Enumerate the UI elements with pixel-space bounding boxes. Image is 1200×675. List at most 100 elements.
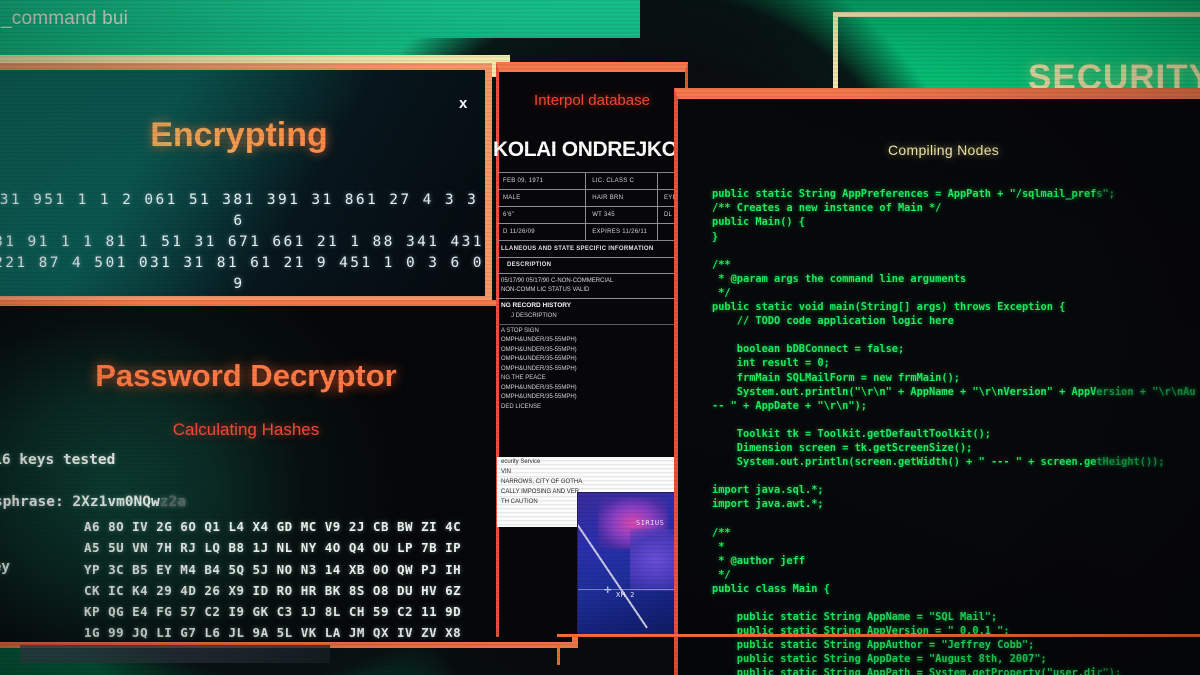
- hacker-screen: uth_command bui SECURITY Encrypting 31 9…: [0, 0, 1200, 675]
- encrypting-number-row: 31 91 1 1 81 1 51 31 671 661 21 1 88 341…: [0, 234, 484, 250]
- keys-tested-line: 00:01] 16 keys tested: [0, 452, 116, 468]
- code-line: Dimension screen = tk.getScreenSize();: [712, 441, 973, 454]
- description-section-header: DESCRIPTION: [497, 258, 693, 274]
- master-key-row: A5 5U VN 7H RJ LQ B8 1J NL NY 4O Q4 OU L…: [84, 540, 462, 555]
- transient-key-row: CK IC K4 29 4D 26 X9 ID RO HR BK 8S O8 D…: [84, 583, 462, 598]
- table-cell: HAIR BRN: [586, 190, 658, 206]
- code-compiler-body: Compiling Nodes public static String App…: [678, 99, 1200, 675]
- passphrase-tail: z2a: [159, 494, 186, 510]
- table-row: D 11/26/09 EXPIRES 11/26/11: [497, 224, 693, 241]
- code-line: import java.awt.*;: [712, 498, 824, 511]
- table-cell: 6'6": [497, 207, 587, 223]
- code-line: int result = 0;: [712, 357, 830, 370]
- encrypting-window-body: Encrypting 31 951 1 1 2 061 51 381 391 3…: [0, 70, 485, 296]
- table-cell: WT 345: [586, 207, 658, 223]
- agency-note-line: NARROWS, CITY OF GOTHA: [501, 479, 583, 485]
- encrypting-close-icon[interactable]: x: [459, 96, 467, 111]
- description-lines: 05/17/90 05/17/90 C-NON-COMMERCIAL NON-CO…: [497, 274, 693, 299]
- transient-key-value: YP 3C B5 EY M4 B4 5Q 5J NO N3 14 XB 0O Q…: [84, 559, 461, 642]
- description-line: 05/17/90 05/17/90 C-NON-COMMERCIAL: [501, 278, 614, 284]
- table-row: 6'6"WT 345DL #CA: [497, 207, 693, 224]
- table-cell: LIC. CLASS C: [586, 173, 658, 189]
- code-line: /** Creates a new instance of Main */: [712, 202, 942, 215]
- map-marker-left-icon: ✛: [604, 585, 612, 595]
- code-line: *: [712, 540, 725, 553]
- code-line: public Main() {: [712, 216, 805, 229]
- transient-key-row: YP 3C B5 EY M4 B4 5Q 5J NO N3 14 XB 0O Q…: [84, 562, 462, 577]
- violation-row: OMPH&UNDER/35-55MPH): [501, 365, 577, 372]
- license-info-table: FEB 09, 1971 LIC. CLASS C MALE HAIR BRN EYES…: [497, 172, 693, 241]
- bottom-gray-strip: [20, 645, 330, 663]
- interpol-database-window: Interpol database KOLAI ONDREJKO FEB 09,…: [493, 62, 695, 637]
- transient-key-row: KP QG E4 FG 57 C2 I9 GK C3 1J 8L CH 59 C…: [84, 604, 462, 619]
- code-line-tail: ersion + "\r\nAu: [1096, 385, 1196, 398]
- transient-key-label: ansient key: [0, 559, 11, 575]
- code-line: */: [712, 286, 731, 299]
- code-line: frmMain SQLMailForm = new frmMain();: [712, 371, 960, 384]
- violation-row: A STOP SIGN: [501, 327, 539, 334]
- violation-row: OMPH&UNDER/35-55MPH): [501, 384, 577, 391]
- code-line: public class Main {: [712, 582, 830, 595]
- code-line: */: [712, 568, 731, 581]
- agency-note-line: VIN: [501, 469, 512, 475]
- violation-row: OMPH&UNDER/35-55MPH): [501, 394, 577, 400]
- encrypting-number-row: 2 51 71 1 3 4 841 761 341 041 201 0 4 6 …: [0, 295, 485, 296]
- password-decryptor-window: Password Decryptor Calculating Hashes 00…: [0, 300, 578, 648]
- code-line: public static String AppAuthor = "Jeffre…: [712, 639, 1035, 652]
- code-line-tail: r");: [1096, 667, 1122, 675]
- code-line: public static String AppPreferences = Ap…: [712, 188, 1115, 201]
- agency-note-line: ecurity Service: [501, 459, 541, 465]
- table-cell: FEB 09, 1971: [497, 173, 587, 189]
- code-line: * @author jeff: [712, 554, 805, 567]
- code-compiler-window: Compiling Nodes public static String App…: [674, 88, 1200, 675]
- code-line: public static void main(String[] args) t…: [712, 301, 1066, 314]
- license-extra-sections: LLANEOUS AND STATE SPECIFIC INFORMATION …: [497, 242, 693, 412]
- violation-list: A STOP SIGN OMPH&UNDER/35-55MPH) OMPH&UNDE…: [497, 325, 693, 413]
- code-line: boolean bDBConnect = false;: [712, 343, 905, 356]
- interpol-subject-name: KOLAI ONDREJKO: [493, 138, 678, 161]
- table-cell: D 11/26/09: [497, 224, 587, 240]
- password-decryptor-title: Password Decryptor: [95, 358, 397, 393]
- interpol-title: Interpol database: [534, 92, 650, 109]
- passphrase-value: 2Xz1vm0NQw: [72, 494, 160, 510]
- code-line: }: [712, 230, 719, 243]
- table-cell: MALE: [497, 190, 587, 206]
- password-decryptor-status: Calculating Hashes: [172, 420, 320, 439]
- code-line: * @param args the command line arguments: [712, 272, 967, 285]
- violation-table-header: J DESCRIPTION: [497, 312, 693, 325]
- description-line: NON-COMM LIC STATUS VALID: [501, 287, 590, 293]
- map-label-sirius: SIRIUS: [636, 519, 665, 527]
- bottom-frame-line-vertical: [557, 643, 560, 665]
- table-row: MALE HAIR BRN EYES: [497, 190, 693, 207]
- java-source-code[interactable]: public static String AppPreferences = Ap…: [712, 187, 1200, 675]
- misc-section-header: LLANEOUS AND STATE SPECIFIC INFORMATION: [497, 242, 693, 258]
- violation-row: OMPH&UNDER/35-55MPH): [501, 337, 577, 343]
- table-row: FEB 09, 1971 LIC. CLASS C: [497, 173, 693, 190]
- code-line: -- " + AppDate + "\r\n");: [712, 399, 867, 412]
- command-build-label: uth_command bui: [0, 8, 129, 29]
- encrypting-title: Encrypting: [0, 116, 485, 155]
- violation-row: DED LICENSE: [501, 403, 542, 410]
- encrypting-window: Encrypting 31 951 1 1 2 061 51 381 391 3…: [0, 63, 492, 303]
- table-cell: EXPIRES 11/26/11: [586, 224, 658, 240]
- current-passphrase-line: rent passphrase: 2Xz1vm0NQwz2a: [0, 494, 186, 510]
- map-label-xm2: XM 2: [616, 591, 635, 599]
- code-line: public static String AppName = "SQL Mail…: [712, 611, 998, 624]
- violation-row: OMPH&UNDER/35-55MPH): [501, 346, 577, 353]
- transient-key-row: 1G 99 JQ LI G7 L6 JL 9A 5L VK LA JM QX I…: [84, 625, 462, 640]
- encrypting-number-row: 31 951 1 1 2 061 51 381 391 31 861 27 4 …: [0, 192, 479, 229]
- master-key-row: A6 8O IV 2G 6O Q1 L4 X4 GD MC V9 2J CB B…: [84, 519, 462, 534]
- passphrase-label: rent passphrase:: [0, 494, 64, 510]
- top-command-strip: uth_command bui: [0, 0, 640, 38]
- code-line-tail: tHeight());: [1096, 456, 1165, 469]
- code-line: /**: [712, 258, 731, 271]
- bottom-frame-line-right: [557, 634, 1200, 637]
- master-key-value: A6 8O IV 2G 6O Q1 L4 X4 GD MC V9 2J CB B…: [84, 516, 461, 558]
- encrypting-number-grid: 31 951 1 1 2 061 51 381 391 31 861 27 4 …: [0, 190, 485, 296]
- code-line: System.out.println("\r\n" + AppName + "\…: [712, 385, 1196, 398]
- record-history-header: NG RECORD HISTORY: [501, 302, 572, 309]
- code-line: public static String AppPath = System.ge…: [712, 667, 1121, 675]
- violation-row: OMPH&UNDER/35-55MPH): [501, 356, 577, 362]
- violation-row: NG THE PEACE: [501, 375, 546, 381]
- code-line: public static String AppDate = "August 8…: [712, 653, 1047, 666]
